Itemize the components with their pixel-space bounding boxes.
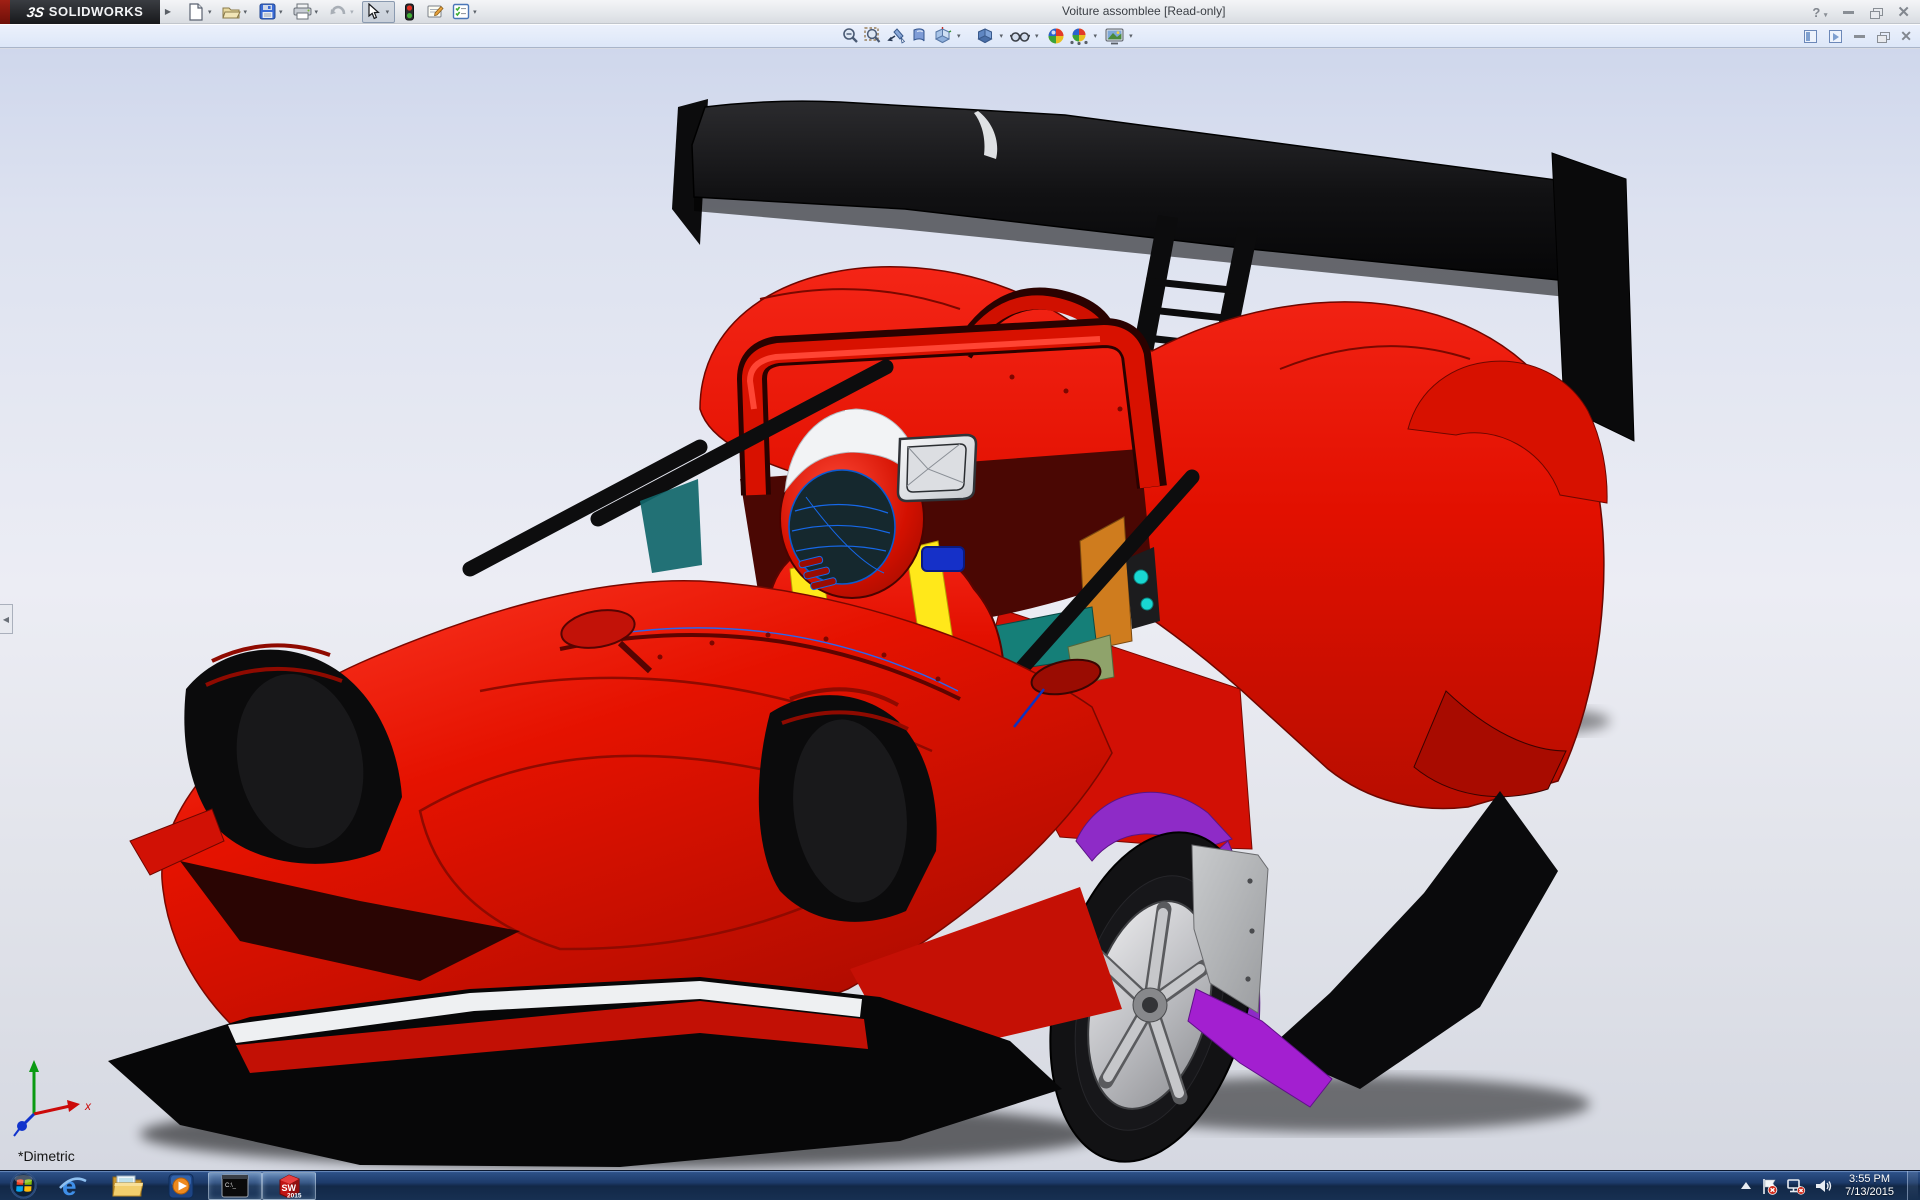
options-checklist-icon: [451, 2, 471, 22]
svg-text:e: e: [62, 1172, 76, 1200]
folder-icon: [112, 1175, 143, 1196]
windows-orb-icon: [9, 1172, 37, 1199]
quick-access-toolbar: ▾ ▾ ▾ ▾ ▾ ▾ ▾: [184, 0, 483, 23]
heads-up-row: ▾ ▾ ▾ ▾ ▾ ✕: [0, 24, 1920, 48]
graphics-viewport[interactable]: ◀ x *Dimetric: [0, 49, 1920, 1170]
new-document-icon: [186, 2, 206, 22]
windows-explorer-button[interactable]: [100, 1171, 154, 1200]
view-settings-icon[interactable]: [1104, 26, 1124, 46]
dropdown-arrow[interactable]: ▾: [244, 8, 248, 16]
windows-taskbar: e C:\_ SW 2015 3:55 PM 7/13/2015: [0, 1170, 1920, 1200]
minimize-document-button[interactable]: [1854, 34, 1866, 38]
zoom-to-area-icon[interactable]: [863, 26, 883, 46]
close-button[interactable]: ✕: [1897, 5, 1910, 20]
reference-triad: x: [13, 1060, 92, 1137]
save-floppy-icon: [257, 2, 277, 22]
dropdown-arrow[interactable]: ▾: [279, 8, 283, 16]
featuremanager-toggle-icon[interactable]: [1804, 29, 1818, 43]
save-button[interactable]: ▾: [255, 1, 289, 23]
window-controls: ? ▾ ✕: [1812, 0, 1910, 24]
intake-scoop[interactable]: [896, 433, 978, 503]
show-hidden-icons-button[interactable]: [1740, 1181, 1752, 1191]
dropdown-arrow[interactable]: ▾: [473, 8, 477, 16]
zoom-to-fit-icon[interactable]: [840, 26, 860, 46]
dropdown-arrow[interactable]: ▾: [1035, 32, 1039, 40]
dropdown-arrow[interactable]: ▾: [1000, 32, 1004, 40]
display-style-icon[interactable]: [975, 26, 995, 46]
view-orientation-label: *Dimetric: [18, 1148, 75, 1164]
select-cursor-icon: [364, 2, 384, 22]
print-button[interactable]: ▾: [291, 1, 325, 23]
show-desktop-button[interactable]: [1907, 1171, 1918, 1200]
restore-document-button[interactable]: [1877, 31, 1891, 43]
open-button[interactable]: ▾: [220, 1, 254, 23]
command-prompt-button[interactable]: C:\_: [208, 1171, 262, 1200]
solidworks-taskbar-button[interactable]: SW 2015: [262, 1171, 316, 1200]
system-tray: 3:55 PM 7/13/2015: [1740, 1171, 1920, 1200]
section-view-icon[interactable]: [886, 26, 906, 46]
sw-letters: SW: [282, 1183, 297, 1193]
clock-time: 3:55 PM: [1849, 1173, 1891, 1185]
volume-icon[interactable]: [1815, 1178, 1832, 1194]
dropdown-arrow[interactable]: ▾: [315, 8, 319, 16]
solidworks-logo: 3S SOLIDWORKS: [10, 0, 160, 24]
document-title: Voiture assomblee [Read-only]: [1062, 4, 1226, 18]
solidworks-window: 3S SOLIDWORKS ▶ ▾ ▾ ▾ ▾ ▾ ▾ ▾ Voiture as…: [0, 0, 1920, 1200]
help-button[interactable]: ? ▾: [1812, 6, 1827, 19]
dropdown-arrow[interactable]: ▾: [957, 32, 961, 40]
rebuild-button[interactable]: [397, 1, 421, 23]
solidworks-2015-icon: SW 2015: [279, 1173, 302, 1199]
print-icon: [293, 2, 313, 22]
brand-name: SOLIDWORKS: [48, 4, 144, 19]
start-button[interactable]: [0, 1171, 46, 1200]
media-player-icon: [168, 1173, 194, 1198]
network-status-icon[interactable]: [1787, 1178, 1806, 1195]
dropdown-arrow[interactable]: ▾: [386, 8, 390, 16]
sw-year: 2015: [287, 1192, 302, 1199]
select-tool-button[interactable]: ▾: [361, 0, 396, 23]
hide-show-items-icon[interactable]: [1010, 26, 1031, 46]
menu-expand-arrow[interactable]: ▶: [160, 7, 176, 16]
edit-note-button[interactable]: [423, 1, 447, 23]
clock-date: 7/13/2015: [1845, 1186, 1894, 1198]
race-car-model[interactable]: [0, 49, 1920, 1170]
taskbar-clock[interactable]: 3:55 PM 7/13/2015: [1845, 1173, 1894, 1199]
edit-note-icon: [425, 2, 445, 22]
restore-button[interactable]: [1870, 7, 1884, 19]
open-folder-icon: [222, 2, 242, 22]
heads-up-view-toolbar: ▾ ▾ ▾ ▾ ▾: [840, 24, 1137, 48]
previous-view-icon[interactable]: [909, 26, 929, 46]
internet-explorer-button[interactable]: e: [46, 1171, 100, 1200]
dropdown-arrow[interactable]: ▾: [350, 8, 354, 16]
document-window-controls: ✕: [1804, 24, 1912, 48]
internet-explorer-icon: e: [59, 1172, 87, 1200]
dropdown-arrow[interactable]: ▾: [1129, 32, 1133, 40]
minimize-button[interactable]: [1843, 10, 1855, 14]
cmd-label: C:\_: [225, 1183, 237, 1189]
options-button[interactable]: ▾: [449, 1, 483, 23]
close-document-button[interactable]: ✕: [1900, 29, 1912, 43]
triad-x-label: x: [84, 1099, 92, 1113]
dropdown-arrow[interactable]: ▾: [1094, 32, 1098, 40]
view-orientation-cube-icon[interactable]: [932, 26, 952, 46]
undo-icon: [328, 2, 348, 22]
apply-scene-icon[interactable]: [1069, 26, 1089, 46]
undo-button[interactable]: ▾: [326, 1, 360, 23]
ds-logo-glyph: 3S: [25, 3, 46, 20]
action-center-flag-icon[interactable]: [1761, 1178, 1778, 1195]
new-document-button[interactable]: ▾: [184, 1, 218, 23]
media-player-button[interactable]: [154, 1171, 208, 1200]
collapsed-panel-arrow[interactable]: ◀: [0, 604, 13, 634]
rebuild-traffic-light-icon: [399, 2, 419, 22]
brand-accent-stripe: [0, 0, 10, 24]
edit-appearance-icon[interactable]: [1046, 26, 1066, 46]
dropdown-arrow[interactable]: ▾: [208, 8, 212, 16]
taskpane-toggle-icon[interactable]: [1829, 29, 1843, 43]
title-bar: 3S SOLIDWORKS ▶ ▾ ▾ ▾ ▾ ▾ ▾ ▾ Voiture as…: [0, 0, 1920, 24]
command-prompt-icon: C:\_: [221, 1174, 249, 1197]
